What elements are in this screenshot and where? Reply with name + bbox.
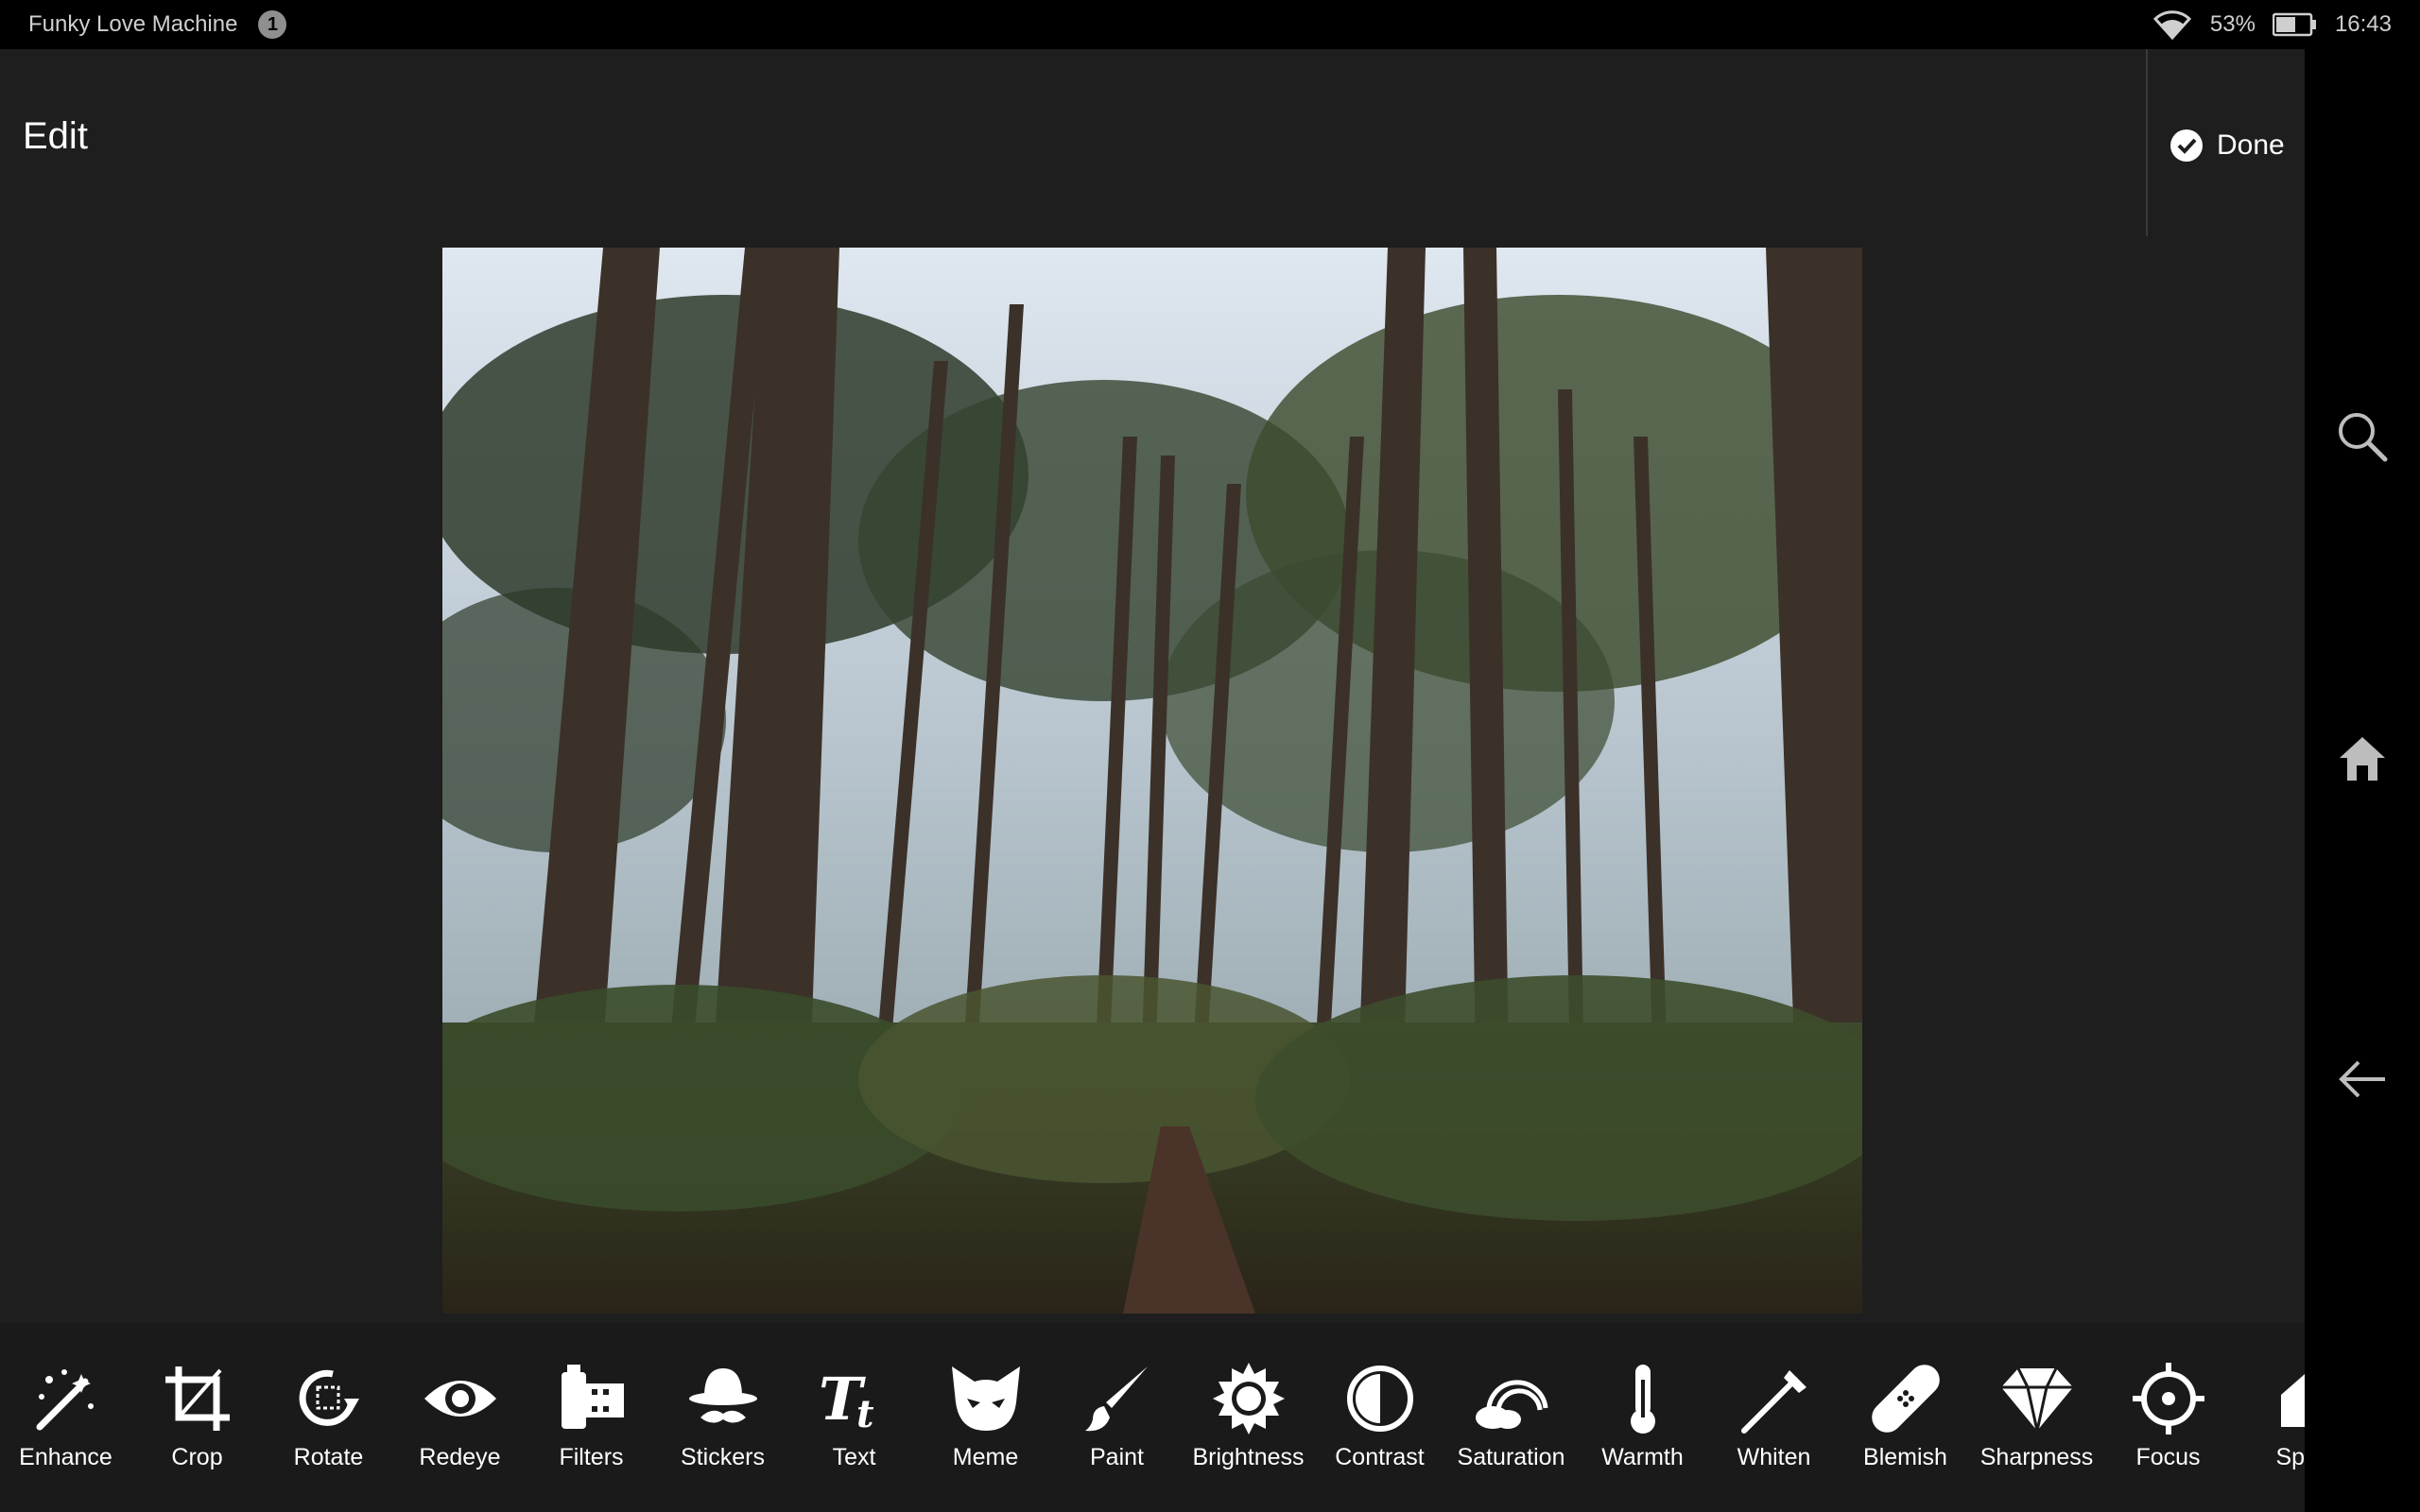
wifi-icon — [2152, 10, 2191, 40]
tool-saturation[interactable]: Saturation — [1445, 1323, 1577, 1512]
tool-redeye[interactable]: Redeye — [394, 1323, 526, 1512]
battery-icon — [2272, 12, 2316, 37]
text-icon: T t — [819, 1365, 874, 1436]
tool-contrast[interactable]: Contrast — [1314, 1323, 1445, 1512]
editor-header: Edit Done — [0, 49, 2305, 236]
brush-icon — [1084, 1366, 1148, 1432]
tool-crop[interactable]: Crop — [131, 1323, 263, 1512]
photo-canvas[interactable] — [442, 248, 1862, 1314]
status-app-info: Funky Love Machine 1 — [28, 0, 287, 49]
tool-brightness[interactable]: Brightness — [1183, 1323, 1314, 1512]
tool-label: Sharpness — [1979, 1444, 2094, 1470]
crop-icon — [164, 1366, 230, 1431]
toothbrush-icon — [1740, 1370, 1806, 1434]
tool-rotate[interactable]: Rotate — [263, 1323, 394, 1512]
tool-label: Spla — [2275, 1444, 2305, 1470]
tool-sharpness[interactable]: Sharpness — [1971, 1323, 2102, 1512]
tool-bar: Enhance Crop Rotate Redeye Filters Stick… — [0, 1323, 2305, 1512]
status-app-name: Funky Love Machine — [28, 11, 238, 37]
tool-label: Meme — [952, 1444, 1019, 1470]
navigation-bar — [2305, 49, 2420, 1512]
tool-label: Enhance — [19, 1444, 112, 1470]
tool-warmth[interactable]: Warmth — [1577, 1323, 1708, 1512]
tool-focus[interactable]: Focus — [2102, 1323, 2234, 1512]
search-icon — [2339, 413, 2388, 462]
notification-badge: 1 — [258, 10, 287, 39]
status-bar: Funky Love Machine 1 53% 16:43 — [0, 0, 2420, 49]
tool-label: Filters — [559, 1444, 624, 1470]
tool-stickers[interactable]: Stickers — [657, 1323, 788, 1512]
tool-label: Redeye — [419, 1444, 501, 1470]
nav-search-button[interactable] — [2334, 408, 2391, 470]
tool-label: Crop — [171, 1444, 223, 1470]
tool-label: Warmth — [1601, 1444, 1684, 1470]
status-indicators: 53% 16:43 — [2152, 0, 2392, 49]
rotate-icon — [299, 1369, 359, 1426]
tool-enhance[interactable]: Enhance — [0, 1323, 131, 1512]
check-circle-icon — [2170, 129, 2203, 162]
bandage-icon — [1871, 1365, 1940, 1433]
tool-label: Whiten — [1737, 1444, 1811, 1470]
tool-label: Stickers — [681, 1444, 765, 1470]
tool-text[interactable]: T t Text — [788, 1323, 920, 1512]
tool-label: Blemish — [1863, 1444, 1947, 1470]
tool-blemish[interactable]: Blemish — [1840, 1323, 1971, 1512]
tool-label: Paint — [1090, 1444, 1144, 1470]
tool-filters[interactable]: Filters — [526, 1323, 657, 1512]
tool-label: Rotate — [293, 1444, 364, 1470]
back-arrow-icon — [2339, 1060, 2385, 1098]
eye-icon — [424, 1381, 496, 1417]
rainbow-icon — [1475, 1380, 1547, 1429]
home-icon — [2340, 737, 2385, 781]
tool-label: Text — [832, 1444, 876, 1470]
tool-whiten[interactable]: Whiten — [1708, 1323, 1840, 1512]
tool-label: Brightness — [1192, 1444, 1305, 1470]
status-time: 16:43 — [2334, 11, 2392, 37]
contrast-icon — [1346, 1366, 1413, 1432]
tool-paint[interactable]: Paint — [1051, 1323, 1183, 1512]
diamond-icon — [2000, 1367, 2073, 1432]
nav-back-button[interactable] — [2334, 1051, 2391, 1112]
sun-icon — [1212, 1363, 1285, 1435]
tool-label: Contrast — [1335, 1444, 1425, 1470]
cat-icon — [951, 1366, 1020, 1431]
done-label: Done — [2217, 129, 2285, 161]
magic-wand-icon — [36, 1369, 94, 1431]
tool-splash[interactable]: Spla — [2234, 1323, 2305, 1512]
done-button[interactable]: Done — [2169, 119, 2285, 172]
splash-icon — [2280, 1373, 2305, 1427]
svg-text:t: t — [856, 1392, 874, 1436]
thermometer-icon — [1630, 1365, 1655, 1434]
tool-meme[interactable]: Meme — [920, 1323, 1051, 1512]
page-title: Edit — [23, 115, 88, 157]
header-divider — [2146, 49, 2148, 236]
editor-screen: Edit Done Enhance Crop Rotate Redeye Fil… — [0, 49, 2305, 1512]
nav-home-button[interactable] — [2334, 730, 2391, 791]
focus-icon — [2132, 1363, 2204, 1435]
hat-mustache-icon — [688, 1368, 757, 1423]
tool-label: Focus — [2135, 1444, 2201, 1470]
film-icon — [561, 1365, 624, 1429]
forest-photo — [442, 248, 1862, 1314]
battery-percent: 53% — [2209, 11, 2256, 37]
tool-label: Saturation — [1457, 1444, 1565, 1470]
